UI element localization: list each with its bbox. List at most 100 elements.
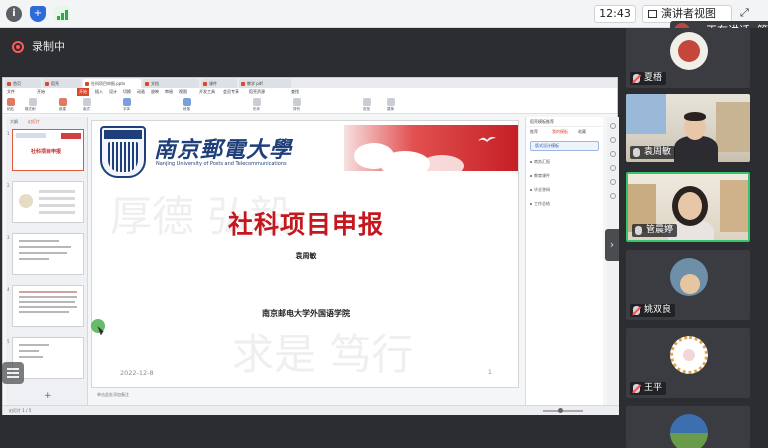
doc-tab[interactable]: 稻壳 <box>43 79 81 88</box>
tool-icon[interactable] <box>610 165 616 171</box>
task-pane-item[interactable]: 工作总结 <box>526 197 603 211</box>
doc-tab-active[interactable]: 社科项目申报.pptx <box>83 79 141 88</box>
task-pane-item[interactable]: 毕业答辩 <box>526 183 603 197</box>
task-pane-tab[interactable]: 我的模板 <box>552 129 568 135</box>
watermark-text: 求是 笃行 <box>232 330 414 379</box>
zoom-slider[interactable] <box>543 410 583 412</box>
mic-muted-icon <box>633 384 640 393</box>
security-shield-icon[interactable]: + <box>30 6 46 22</box>
paste-icon[interactable] <box>7 98 15 106</box>
header-banner-image <box>344 125 518 171</box>
side-tool-strip <box>607 117 619 407</box>
info-icon[interactable]: i <box>6 6 22 22</box>
participant-tile[interactable] <box>626 406 750 448</box>
menu-item[interactable]: 会员专享 <box>223 88 239 96</box>
replace-icon[interactable] <box>387 98 395 106</box>
presenter-view-icon <box>648 10 657 18</box>
fullscreen-icon[interactable]: ⤢ <box>740 6 754 20</box>
slide-page-number: 1 <box>488 369 492 376</box>
slides-tab[interactable]: 幻灯片 <box>28 119 40 125</box>
doc-tab[interactable]: 首页 <box>5 79 41 88</box>
participant-tile[interactable]: 夏梧 <box>626 28 750 88</box>
mic-muted-icon <box>633 74 640 83</box>
participant-list: 夏梧 袁周敏 管晨婷 姚双良 王平 <box>620 28 768 448</box>
task-pane-item[interactable]: 教育课件 <box>526 169 603 183</box>
menu-item[interactable]: 文件 <box>7 88 15 96</box>
recording-label: 录制中 <box>32 40 65 53</box>
doc-tab[interactable]: 文档 <box>143 79 199 88</box>
task-pane-tab[interactable]: 收藏 <box>578 129 586 135</box>
tool-icon[interactable] <box>610 151 616 157</box>
participant-tile[interactable]: 袁周敏 <box>626 94 750 162</box>
menu-item[interactable]: 放映 <box>151 88 159 96</box>
participant-name: 夏梧 <box>644 73 663 83</box>
participant-name: 袁周敏 <box>644 147 672 157</box>
slide-thumbnail-2[interactable] <box>12 181 84 223</box>
shape-icon[interactable] <box>253 98 261 106</box>
format-painter-icon[interactable] <box>29 98 37 106</box>
collapse-panel-button[interactable]: › <box>605 229 619 261</box>
find-icon[interactable] <box>363 98 371 106</box>
record-icon <box>12 41 24 53</box>
layout-icon[interactable] <box>83 98 91 106</box>
network-signal-icon[interactable] <box>54 6 70 22</box>
participant-name: 姚双良 <box>644 305 672 315</box>
university-name-en: Nanjing University of Posts and Telecomm… <box>156 161 287 167</box>
zoom-slider-handle[interactable] <box>558 408 563 413</box>
participant-tile[interactable]: 王平 <box>626 328 750 398</box>
arrange-icon[interactable] <box>293 98 301 106</box>
menu-item[interactable]: 查找 <box>291 88 299 96</box>
mic-icon <box>633 148 640 157</box>
shared-screen-ppt-window: 首页 稻壳 社科项目申报.pptx 文档 课件 教学 pdf 文件 开始 开始 … <box>2 77 619 415</box>
avatar <box>670 258 708 296</box>
slide-date: 2022-12-8 <box>120 369 154 377</box>
task-pane-header: 稻壳模板推荐 <box>526 117 603 127</box>
task-pane-selected[interactable]: 版式设计模板 <box>530 141 599 151</box>
slide-thumbnail-3[interactable] <box>12 233 84 275</box>
menu-item[interactable]: 视图 <box>179 88 187 96</box>
avatar <box>670 32 708 70</box>
slide-thumbnail-4[interactable] <box>12 285 84 327</box>
paragraph-icon[interactable] <box>183 98 191 106</box>
font-icon[interactable] <box>123 98 131 106</box>
menu-item[interactable]: 动画 <box>137 88 145 96</box>
participant-tile[interactable]: 姚双良 <box>626 250 750 320</box>
doc-tab[interactable]: 教学 pdf <box>239 79 291 88</box>
menu-item[interactable]: 开发工具 <box>199 88 215 96</box>
tool-icon[interactable] <box>610 179 616 185</box>
participant-tile-active[interactable]: 管晨婷 <box>626 172 750 242</box>
menu-item[interactable]: 插入 <box>95 88 103 96</box>
tool-icon[interactable] <box>610 123 616 129</box>
participant-name: 王平 <box>644 383 663 393</box>
document-tab-bar: 首页 稻壳 社科项目申报.pptx 文档 课件 教学 pdf <box>3 78 617 88</box>
slide-canvas[interactable]: 厚德 弘毅 求是 笃行 南京郵電大學 Nanjing University of… <box>91 120 519 388</box>
presenter-name: 袁周敏 <box>295 252 317 260</box>
add-slide-icon[interactable]: + <box>44 391 52 401</box>
new-slide-icon[interactable] <box>59 98 67 106</box>
menu-item[interactable]: 切换 <box>123 88 131 96</box>
school-name: 南京邮电大学外国语学院 <box>262 309 350 318</box>
menu-item-active[interactable]: 开始 <box>77 88 89 96</box>
meeting-clock: 12:43 <box>594 5 636 23</box>
ppt-ribbon: 粘贴 格式刷 新建 版式 字体 段落 形状 排列 查找 替换 <box>3 96 617 114</box>
tool-icon[interactable] <box>610 193 616 199</box>
notes-field[interactable]: 单击此处添加备注 <box>91 391 519 399</box>
meeting-top-bar: i + 12:43 演讲者视图 ⤢ <box>0 0 768 28</box>
recording-indicator: 录制中 <box>10 38 65 56</box>
menu-item[interactable]: 审阅 <box>165 88 173 96</box>
menu-item[interactable]: 设计 <box>109 88 117 96</box>
floating-toolbar-icon[interactable] <box>2 362 24 384</box>
task-pane-item[interactable]: 商务汇报 <box>526 155 603 169</box>
avatar <box>670 414 708 448</box>
template-task-pane: 稻壳模板推荐 推荐 我的模板 收藏 版式设计模板 商务汇报 教育课件 毕业答辩 … <box>525 117 603 407</box>
ppt-status-bar: 幻灯片 1 / 5 <box>3 405 619 415</box>
outline-tab[interactable]: 大纲 <box>10 119 18 125</box>
doc-tab[interactable]: 课件 <box>201 79 237 88</box>
slide-thumbnail-1[interactable]: 社科项目申报 <box>12 129 84 171</box>
menu-item[interactable]: 开始 <box>37 88 45 96</box>
presenter-view-label: 演讲者视图 <box>661 7 716 20</box>
menu-item[interactable]: 稻壳资源 <box>249 88 265 96</box>
tool-icon[interactable] <box>610 137 616 143</box>
mic-icon <box>635 226 642 235</box>
task-pane-tab[interactable]: 推荐 <box>530 129 538 135</box>
